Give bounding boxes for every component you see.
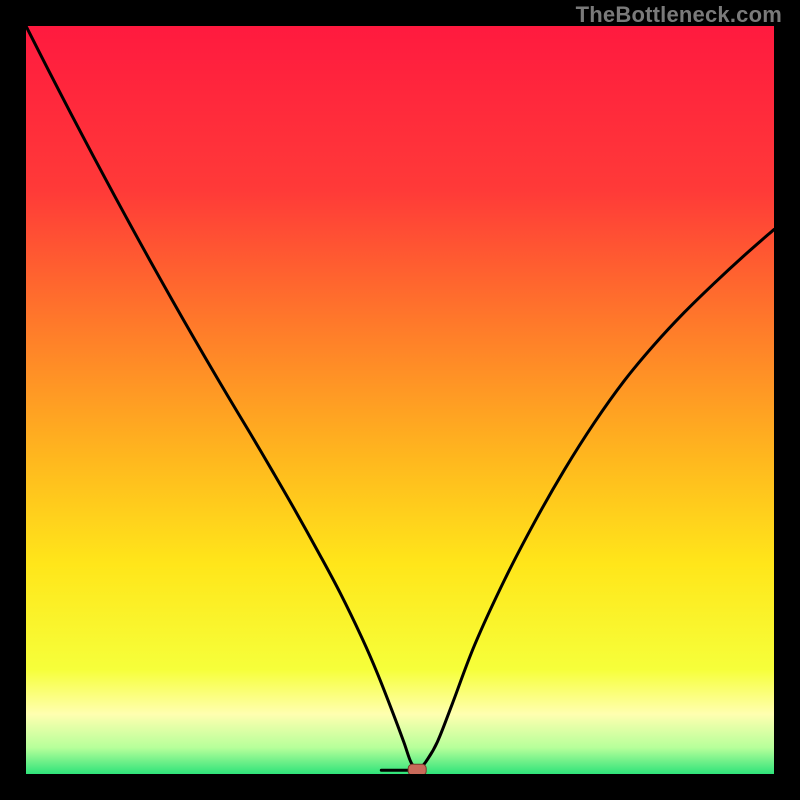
watermark-text: TheBottleneck.com — [576, 2, 782, 28]
plot-area — [26, 26, 774, 774]
chart-svg — [26, 26, 774, 774]
gradient-background — [26, 26, 774, 774]
optimum-marker — [408, 764, 426, 774]
chart-frame: TheBottleneck.com — [0, 0, 800, 800]
